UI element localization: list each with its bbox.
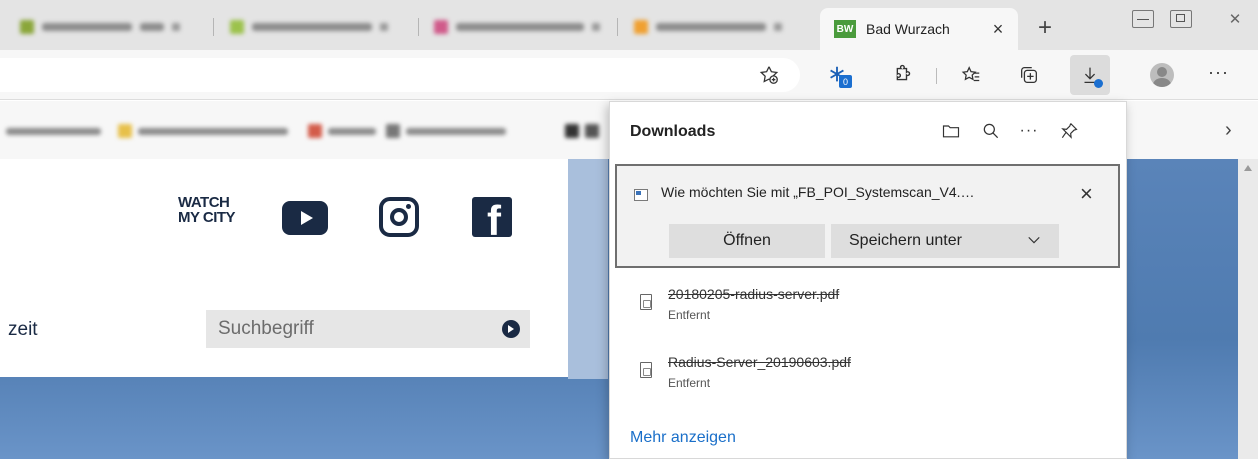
extension-icon[interactable]	[884, 58, 918, 92]
nav-link-fragment[interactable]: zeit	[8, 319, 38, 341]
star-add-icon[interactable]	[752, 58, 786, 92]
site-search	[206, 310, 530, 348]
favorite-blurred-2[interactable]	[118, 123, 288, 139]
tab-title: Bad Wurzach	[866, 21, 950, 37]
watch-my-city-logo[interactable]: WATCH MY CITY	[178, 195, 236, 225]
tab-blurred-2[interactable]	[222, 12, 396, 42]
profile-icon[interactable]	[1150, 63, 1174, 87]
pdf-file-icon	[640, 362, 652, 378]
download-progress-dot	[1094, 79, 1103, 88]
address-field[interactable]	[0, 58, 800, 92]
favorite-blurred-4[interactable]	[386, 123, 506, 139]
download-item[interactable]: Radius-Server_20190603.pdf Entfernt	[610, 348, 1128, 404]
favorite-blurred-1[interactable]	[6, 123, 101, 139]
restore-button[interactable]	[1164, 6, 1198, 32]
tab-close-icon[interactable]: ×	[988, 19, 1008, 40]
minimize-button[interactable]	[1126, 6, 1160, 32]
downloads-title: Downloads	[630, 123, 716, 140]
tab-blurred-4[interactable]	[626, 12, 790, 42]
tab-favicon: BW	[834, 20, 856, 38]
collections-icon[interactable]	[1012, 58, 1046, 92]
favorite-blurred-5[interactable]	[565, 123, 599, 139]
tab-blurred-3[interactable]	[426, 12, 608, 42]
extension-badge: 0	[839, 75, 852, 88]
save-as-label: Speichern unter	[849, 232, 962, 249]
tab-strip: BW Bad Wurzach × + ✕	[0, 0, 1258, 50]
pin-icon[interactable]	[1056, 118, 1082, 144]
scroll-up-icon[interactable]	[1244, 165, 1252, 171]
download-status: Entfernt	[668, 376, 711, 390]
search-input[interactable]	[206, 310, 486, 348]
tab-blurred-1[interactable]	[12, 12, 188, 42]
download-status: Entfernt	[668, 308, 711, 322]
more-options-icon[interactable]: ···	[1016, 118, 1042, 144]
prompt-message: Wie möchten Sie mit „FB_POI_Systemscan_V…	[661, 184, 975, 200]
download-prompt: Wie möchten Sie mit „FB_POI_Systemscan_V…	[615, 164, 1120, 268]
show-more-link[interactable]: Mehr anzeigen	[630, 429, 736, 447]
save-as-button[interactable]: Speichern unter	[831, 224, 1059, 258]
favorites-icon[interactable]	[954, 58, 988, 92]
download-filename: Radius-Server_20190603.pdf	[668, 354, 851, 370]
favorite-blurred-3[interactable]	[308, 123, 376, 139]
page-scrollbar[interactable]	[1238, 159, 1258, 459]
downloads-flyout: Downloads ··· Wie möchten Sie mit „FB_PO…	[609, 101, 1127, 459]
chevron-right-icon[interactable]: ›	[1225, 119, 1232, 142]
folder-icon[interactable]	[938, 118, 964, 144]
downloads-icon[interactable]	[1070, 55, 1110, 95]
close-window-button[interactable]: ✕	[1218, 6, 1252, 32]
search-submit-icon[interactable]	[502, 320, 520, 338]
file-icon	[634, 189, 648, 201]
instagram-icon[interactable]	[379, 197, 419, 237]
open-button[interactable]: Öffnen	[669, 224, 825, 258]
address-bar-row: 0 ···	[0, 50, 1258, 100]
close-icon[interactable]: ×	[1080, 183, 1093, 205]
page-header-card: WATCH MY CITY f zeit	[0, 159, 568, 377]
download-filename: 20180205-radius-server.pdf	[668, 286, 840, 302]
search-icon[interactable]	[978, 118, 1004, 144]
chevron-down-icon[interactable]	[1027, 233, 1041, 247]
pdf-file-icon	[640, 294, 652, 310]
puzzle-extension-icon[interactable]: 0	[820, 58, 854, 92]
tab-active[interactable]: BW Bad Wurzach ×	[820, 8, 1018, 50]
more-icon[interactable]: ···	[1208, 62, 1229, 83]
facebook-icon[interactable]: f	[472, 197, 512, 237]
youtube-icon[interactable]	[282, 201, 328, 235]
browser-window: BW Bad Wurzach × + ✕ 0 ··· › WATCH MY CI…	[0, 0, 1258, 459]
downloads-header: Downloads ···	[610, 102, 1128, 160]
download-item[interactable]: 20180205-radius-server.pdf Entfernt	[610, 280, 1128, 336]
close-icon: ✕	[1228, 11, 1242, 28]
new-tab-button[interactable]: +	[1030, 14, 1060, 42]
